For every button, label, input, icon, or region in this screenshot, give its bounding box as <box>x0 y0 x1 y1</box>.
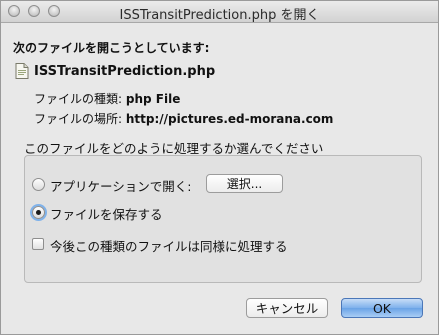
choose-application-button[interactable]: 選択... <box>206 174 283 193</box>
open-file-dialog: ISSTransitPrediction.php を開く 次のファイルを開こうと… <box>0 0 439 335</box>
ok-button[interactable]: OK <box>341 298 423 318</box>
open-with-label[interactable]: アプリケーションで開く: <box>50 176 191 195</box>
dialog-heading: 次のファイルを開こうとしています: <box>13 41 210 55</box>
window-title: ISSTransitPrediction.php を開く <box>119 8 320 23</box>
remember-choice-checkbox[interactable] <box>32 238 44 250</box>
file-location-row: ファイルの場所: http://pictures.ed-morana.com <box>34 110 333 127</box>
remember-choice-label[interactable]: 今後この種類のファイルは同様に処理する <box>50 236 288 255</box>
save-file-radio[interactable] <box>32 206 45 219</box>
title-bar[interactable]: ISSTransitPrediction.php を開く <box>1 1 438 23</box>
file-type-row: ファイルの種類: php File <box>34 90 180 107</box>
file-type-label: ファイルの種類: <box>34 92 123 106</box>
open-with-radio[interactable] <box>32 178 45 191</box>
cancel-button[interactable]: キャンセル <box>246 298 328 318</box>
file-location-value: http://pictures.ed-morana.com <box>125 112 334 126</box>
document-icon <box>15 63 29 83</box>
save-file-label[interactable]: ファイルを保存する <box>50 204 163 223</box>
file-location-label: ファイルの場所: <box>34 112 123 126</box>
file-name: ISSTransitPrediction.php <box>34 64 216 79</box>
file-type-value: php File <box>125 92 181 106</box>
